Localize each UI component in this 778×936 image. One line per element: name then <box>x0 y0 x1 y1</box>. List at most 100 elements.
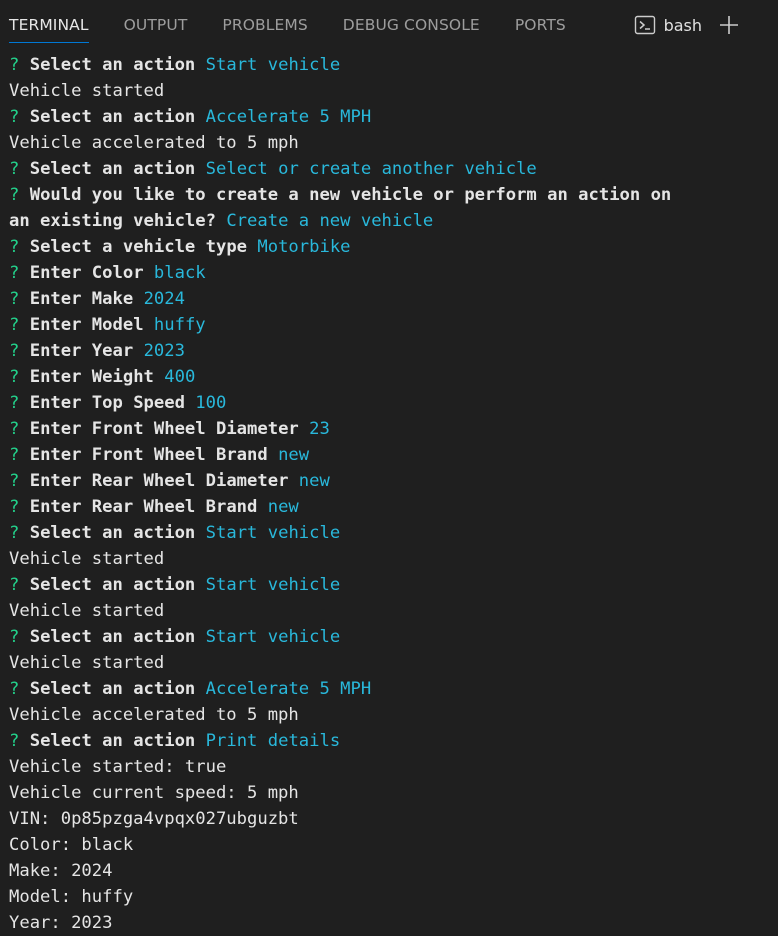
prompt-question-mark: ? <box>9 523 20 543</box>
terminal-line: ? Select a vehicle type Motorbike <box>9 234 778 260</box>
prompt-answer: new <box>278 445 310 465</box>
prompt-text: Enter Make <box>29 289 134 309</box>
prompt-text: Enter Year <box>29 341 134 361</box>
prompt-answer: new <box>298 471 330 491</box>
terminal-output[interactable]: ? Select an action Start vehicle Vehicle … <box>9 52 778 934</box>
prompt-question-mark: ? <box>9 419 20 439</box>
output-text: Model: huffy <box>9 887 134 907</box>
terminal-line: Vehicle started <box>9 598 778 624</box>
prompt-answer: Motorbike <box>257 237 351 257</box>
terminal-line: Vehicle started <box>9 78 778 104</box>
prompt-answer: Accelerate 5 MPH <box>205 107 372 127</box>
terminal-line: ? Select an action Start vehicle <box>9 624 778 650</box>
output-text: Vehicle current speed: 5 mph <box>9 783 299 803</box>
prompt-text: Select an action <box>29 107 196 127</box>
prompt-question-mark: ? <box>9 497 20 517</box>
prompt-text: Select an action <box>29 679 196 699</box>
terminal-line: ? Enter Rear Wheel Brand new <box>9 494 778 520</box>
prompt-answer: Start vehicle <box>205 575 341 595</box>
prompt-question-mark: ? <box>9 367 20 387</box>
terminal-line: ? Select an action Accelerate 5 MPH <box>9 676 778 702</box>
terminal-actions: bash <box>634 0 740 50</box>
terminal-line: ? Select an action Print details <box>9 728 778 754</box>
panel-tab-bar: TERMINAL OUTPUT PROBLEMS DEBUG CONSOLE P… <box>0 0 778 50</box>
prompt-answer: 400 <box>164 367 196 387</box>
terminal-line: ? Enter Front Wheel Brand new <box>9 442 778 468</box>
tab-problems[interactable]: PROBLEMS <box>222 0 307 50</box>
prompt-question-mark: ? <box>9 185 20 205</box>
output-text: Vehicle started <box>9 601 165 621</box>
prompt-text: Enter Model <box>29 315 144 335</box>
tab-debug-console[interactable]: DEBUG CONSOLE <box>343 0 480 50</box>
prompt-question-mark: ? <box>9 237 20 257</box>
terminal-line: Vehicle accelerated to 5 mph <box>9 130 778 156</box>
prompt-question-mark: ? <box>9 289 20 309</box>
terminal-line: ? Enter Color black <box>9 260 778 286</box>
tab-terminal[interactable]: TERMINAL <box>9 0 89 50</box>
output-text: Year: 2023 <box>9 913 113 933</box>
terminal-line: ? Select an action Select or create anot… <box>9 156 778 182</box>
prompt-answer: Accelerate 5 MPH <box>205 679 372 699</box>
terminal-line: Make: 2024 <box>9 858 778 884</box>
prompt-text: Select an action <box>29 575 196 595</box>
prompt-text: Enter Front Wheel Brand <box>29 445 268 465</box>
terminal-line: an existing vehicle? Create a new vehicl… <box>9 208 778 234</box>
prompt-answer: huffy <box>153 315 206 335</box>
terminal-line: ? Select an action Start vehicle <box>9 52 778 78</box>
prompt-answer: 2024 <box>143 289 185 309</box>
terminal-line: ? Enter Make 2024 <box>9 286 778 312</box>
prompt-answer: 2023 <box>143 341 185 361</box>
prompt-text: Enter Rear Wheel Brand <box>29 497 258 517</box>
tab-output[interactable]: OUTPUT <box>124 0 188 50</box>
prompt-question-mark: ? <box>9 159 20 179</box>
terminal-line: ? Enter Weight 400 <box>9 364 778 390</box>
prompt-answer: Print details <box>205 731 341 751</box>
prompt-text: Select an action <box>29 627 196 647</box>
prompt-text: Enter Color <box>29 263 144 283</box>
terminal-line: ? Enter Model huffy <box>9 312 778 338</box>
terminal-line: ? Enter Top Speed 100 <box>9 390 778 416</box>
terminal-line: Vehicle current speed: 5 mph <box>9 780 778 806</box>
prompt-text: an existing vehicle? <box>9 211 216 231</box>
prompt-text: Enter Front Wheel Diameter <box>29 419 299 439</box>
terminal-line: Vehicle started <box>9 650 778 676</box>
tab-ports[interactable]: PORTS <box>515 0 566 50</box>
prompt-text: Enter Top Speed <box>29 393 185 413</box>
output-text: Vehicle started: true <box>9 757 227 777</box>
prompt-question-mark: ? <box>9 55 20 75</box>
prompt-question-mark: ? <box>9 731 20 751</box>
shell-name[interactable]: bash <box>664 16 702 35</box>
plus-icon[interactable] <box>718 14 740 36</box>
terminal-line: Vehicle accelerated to 5 mph <box>9 702 778 728</box>
prompt-question-mark: ? <box>9 575 20 595</box>
output-text: Vehicle accelerated to 5 mph <box>9 705 299 725</box>
prompt-answer: Start vehicle <box>205 55 341 75</box>
output-text: Make: 2024 <box>9 861 113 881</box>
prompt-question-mark: ? <box>9 315 20 335</box>
prompt-answer: new <box>267 497 299 517</box>
prompt-question-mark: ? <box>9 627 20 647</box>
prompt-question-mark: ? <box>9 263 20 283</box>
terminal-line: ? Enter Front Wheel Diameter 23 <box>9 416 778 442</box>
terminal-line: ? Would you like to create a new vehicle… <box>9 182 778 208</box>
terminal-line: Year: 2023 <box>9 910 778 936</box>
prompt-text: Select an action <box>29 731 196 751</box>
prompt-question-mark: ? <box>9 341 20 361</box>
prompt-text: Select an action <box>29 55 196 75</box>
output-text: VIN: 0p85pzga4vpqx027ubguzbt <box>9 809 299 829</box>
prompt-answer: 100 <box>195 393 227 413</box>
terminal-line: Vehicle started: true <box>9 754 778 780</box>
terminal-panel: TERMINAL OUTPUT PROBLEMS DEBUG CONSOLE P… <box>0 0 778 934</box>
prompt-answer: black <box>153 263 206 283</box>
terminal-line: ? Select an action Start vehicle <box>9 572 778 598</box>
terminal-line: ? Enter Year 2023 <box>9 338 778 364</box>
prompt-answer: Create a new vehicle <box>226 211 434 231</box>
prompt-question-mark: ? <box>9 679 20 699</box>
output-text: Color: black <box>9 835 134 855</box>
prompt-question-mark: ? <box>9 107 20 127</box>
prompt-answer: Start vehicle <box>205 627 341 647</box>
terminal-icon[interactable] <box>634 14 656 36</box>
prompt-answer: Select or create another vehicle <box>205 159 537 179</box>
terminal-line: ? Select an action Start vehicle <box>9 520 778 546</box>
terminal-line: ? Select an action Accelerate 5 MPH <box>9 104 778 130</box>
